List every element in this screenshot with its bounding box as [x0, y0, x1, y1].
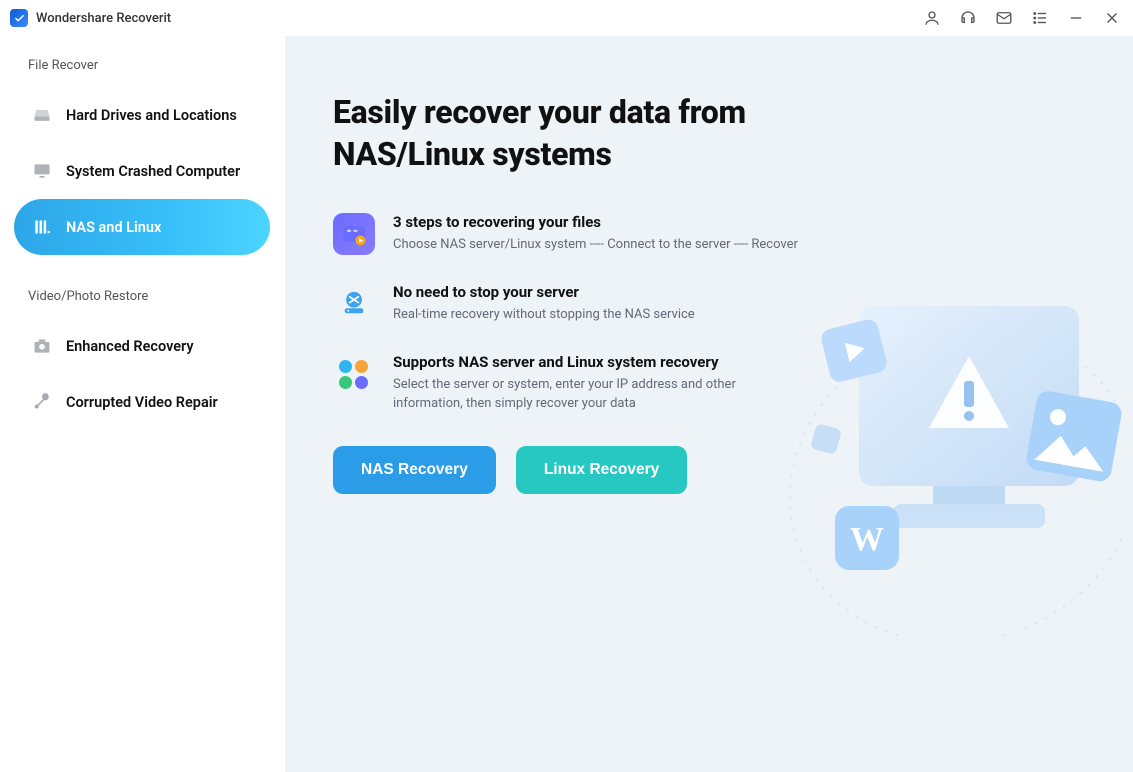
camera-icon	[32, 336, 52, 356]
close-icon[interactable]	[1103, 9, 1121, 27]
feature-title: No need to stop your server	[393, 283, 695, 301]
feature-title: Supports NAS server and Linux system rec…	[393, 353, 803, 371]
sidebar-section-label: Video/Photo Restore	[14, 289, 270, 310]
headline-line2: NAS/Linux systems	[333, 135, 612, 173]
menu-list-icon[interactable]	[1031, 9, 1049, 27]
nas-recovery-button[interactable]: NAS Recovery	[333, 446, 496, 494]
headline-line1: Easily recover your data from	[333, 93, 746, 131]
feature-desc: Select the server or system, enter your …	[393, 376, 803, 414]
sidebar-item-hard-drives[interactable]: Hard Drives and Locations	[14, 87, 270, 143]
sidebar-item-enhanced-recovery[interactable]: Enhanced Recovery	[14, 318, 270, 374]
main-content: Easily recover your data from NAS/Linux …	[285, 36, 1133, 772]
mail-icon[interactable]	[995, 9, 1013, 27]
sidebar-item-label: Corrupted Video Repair	[66, 394, 218, 411]
minimize-icon[interactable]	[1067, 9, 1085, 27]
sidebar-item-system-crashed[interactable]: System Crashed Computer	[14, 143, 270, 199]
monitor-icon	[32, 161, 52, 181]
wrench-icon	[32, 392, 52, 412]
sidebar-item-nas-linux[interactable]: NAS and Linux	[14, 199, 270, 255]
titlebar: Wondershare Recoverit	[0, 0, 1133, 36]
sidebar-item-label: System Crashed Computer	[66, 163, 240, 180]
sidebar-item-label: NAS and Linux	[66, 219, 161, 236]
feature-no-stop: No need to stop your server Real-time re…	[333, 283, 803, 325]
feature-desc: Choose NAS server/Linux system ---- Conn…	[393, 236, 798, 255]
hard-drive-icon	[32, 105, 52, 125]
folder-play-icon	[333, 213, 375, 255]
sidebar-section-label: File Recover	[14, 58, 270, 79]
feature-supports: Supports NAS server and Linux system rec…	[333, 353, 803, 414]
sidebar-item-label: Hard Drives and Locations	[66, 107, 237, 124]
server-tools-icon	[333, 283, 375, 325]
sidebar: File Recover Hard Drives and Locations S…	[0, 36, 285, 772]
account-icon[interactable]	[923, 9, 941, 27]
nas-icon	[32, 217, 52, 237]
feature-desc: Real-time recovery without stopping the …	[393, 306, 695, 325]
app-logo-icon	[10, 9, 28, 27]
sidebar-item-corrupted-video[interactable]: Corrupted Video Repair	[14, 374, 270, 430]
linux-recovery-button[interactable]: Linux Recovery	[516, 446, 687, 494]
four-dots-icon	[333, 353, 375, 395]
page-headline: Easily recover your data from NAS/Linux …	[333, 92, 1085, 175]
svg-text:W: W	[850, 521, 884, 558]
sidebar-item-label: Enhanced Recovery	[66, 338, 194, 355]
feature-title: 3 steps to recovering your files	[393, 213, 798, 231]
app-title: Wondershare Recoverit	[36, 11, 171, 26]
support-icon[interactable]	[959, 9, 977, 27]
feature-steps: 3 steps to recovering your files Choose …	[333, 213, 803, 255]
